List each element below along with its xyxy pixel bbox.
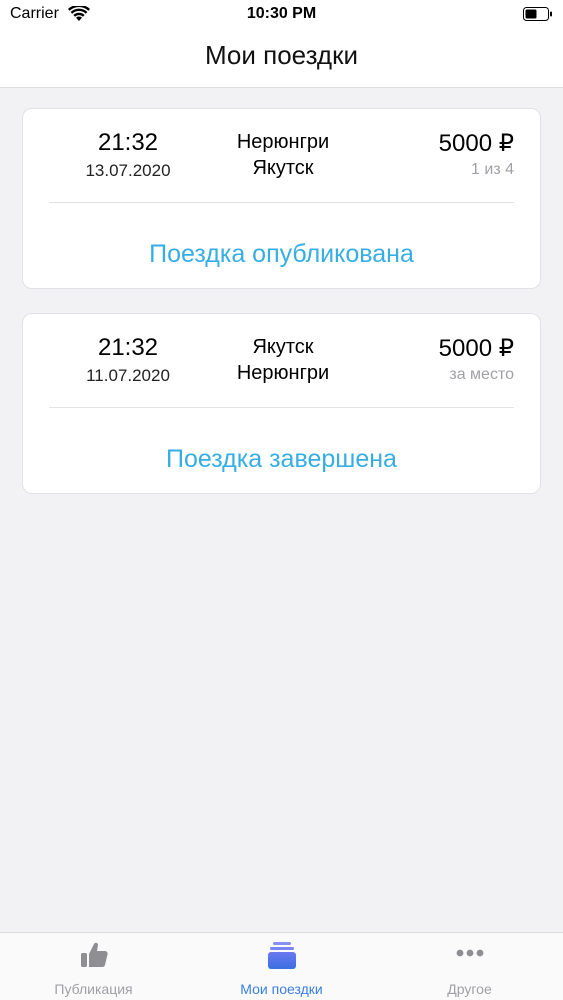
- trip-to-city: Нерюнгри: [236, 362, 330, 384]
- trip-card[interactable]: 21:32 11.07.2020 Якутск Нерюнгри 5000 ₽ …: [22, 313, 541, 494]
- trip-date: 13.07.2020: [85, 161, 171, 180]
- battery-icon: [523, 7, 552, 21]
- tab-other[interactable]: Другое: [376, 933, 563, 1000]
- page-title: Мои поездки: [204, 40, 358, 70]
- thumbs-up-icon: [81, 942, 108, 967]
- trip-from-city: Нерюнгри: [236, 131, 330, 153]
- stack-icon: [268, 942, 296, 969]
- trip-to-city: Якутск: [252, 157, 314, 179]
- more-dots-icon: [456, 949, 484, 957]
- card-divider: [49, 407, 514, 408]
- card-divider: [49, 202, 514, 203]
- tab-label: Публикация: [54, 981, 133, 997]
- tab-publication[interactable]: Публикация: [0, 933, 187, 1000]
- trip-time: 21:32: [97, 129, 159, 156]
- trip-price: 5000 ₽: [438, 335, 514, 362]
- tab-bar: Публикация Мои поездки Другое: [0, 932, 563, 1000]
- trip-status[interactable]: Поездка опубликована: [23, 240, 540, 269]
- tab-label: Мои поездки: [240, 981, 323, 997]
- trip-seats: 1 из 4: [471, 161, 514, 178]
- nav-bar: Мои поездки: [0, 30, 563, 88]
- trip-from-city: Якутск: [252, 336, 314, 358]
- screen: Carrier 10:30 PM Мои поездки 21:32 13.07…: [0, 0, 563, 1000]
- trip-card[interactable]: 21:32 13.07.2020 Нерюнгри Якутск 5000 ₽ …: [22, 108, 541, 289]
- trip-price-unit: за место: [449, 366, 514, 383]
- trip-status[interactable]: Поездка завершена: [23, 445, 540, 474]
- tab-my-trips[interactable]: Мои поездки: [188, 933, 375, 1000]
- status-bar: Carrier 10:30 PM: [0, 0, 563, 30]
- tab-label: Другое: [447, 981, 492, 997]
- trip-price: 5000 ₽: [438, 130, 514, 157]
- trip-date: 11.07.2020: [86, 366, 170, 385]
- trip-time: 21:32: [97, 334, 159, 361]
- status-time: 10:30 PM: [246, 5, 317, 22]
